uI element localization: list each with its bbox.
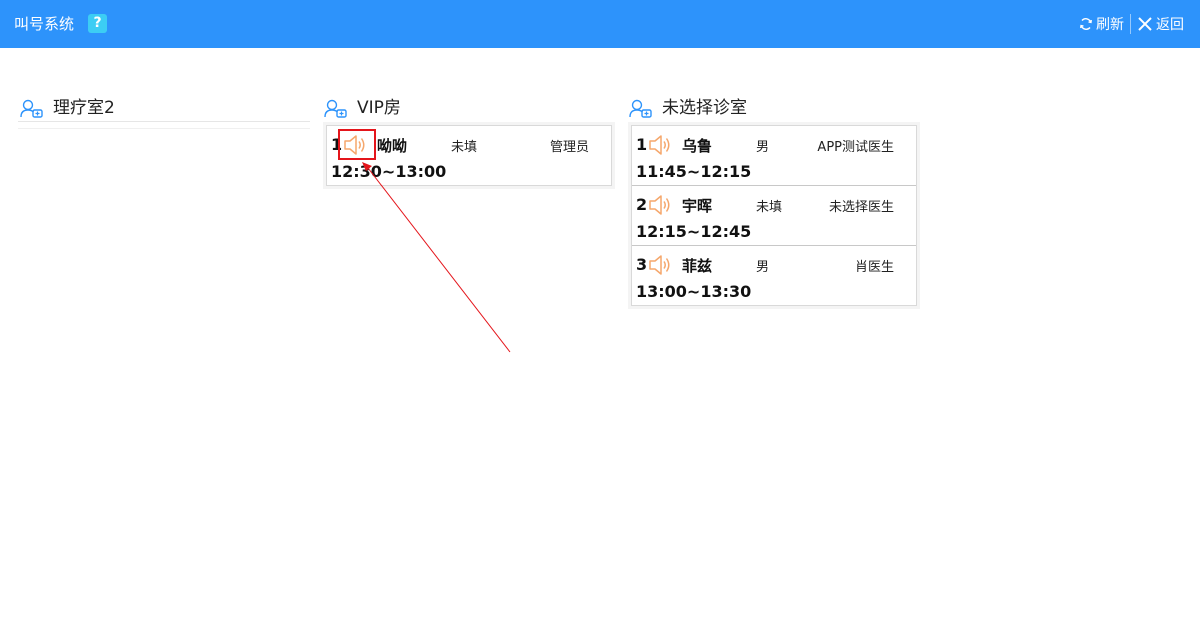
refresh-button[interactable]: 刷新 (1079, 14, 1124, 34)
back-button[interactable]: 返回 (1137, 14, 1184, 34)
appointment-time: 12:30~13:00 (331, 162, 447, 181)
title-actions: 刷新 返回 (1079, 14, 1184, 34)
patient-name: 菲兹 (682, 257, 713, 275)
room-header: 未选择诊室 (627, 96, 919, 122)
room-divider (18, 121, 310, 122)
patient-gender: 男 (756, 260, 770, 275)
user-room-icon (20, 99, 44, 123)
patient-gender: 男 (756, 140, 770, 155)
patient-row[interactable]: 3 菲兹 男 肖医生 13:00~13:30 (632, 246, 916, 305)
annotation-highlight-box (338, 129, 376, 160)
refresh-label: 刷新 (1096, 17, 1124, 33)
patient-name: 呦呦 (377, 137, 408, 155)
back-label: 返回 (1156, 17, 1184, 33)
user-room-icon (629, 99, 653, 123)
room-header: 理疗室2 (18, 96, 310, 122)
room-panel: 理疗室2 (18, 96, 310, 129)
patient-gender: 未填 (756, 200, 783, 215)
room-panel: 未选择诊室 1 乌鲁 男 APP测试医生 11:45~12:15 2 宇晖 未填… (627, 96, 919, 306)
doctor-name: 管理员 (549, 140, 589, 155)
room-header: VIP房 (322, 96, 614, 122)
speaker-icon (649, 135, 670, 155)
patient-list: 1 乌鲁 男 APP测试医生 11:45~12:15 2 宇晖 未填 未选择医生… (631, 125, 917, 306)
title-bar: 叫号系统 ? 刷新 返回 (0, 0, 1200, 48)
patient-name: 乌鲁 (682, 137, 713, 155)
room-panel: VIP房 1 呦呦 未填 管理员 12:30~13:00 (322, 96, 614, 186)
call-button[interactable] (646, 251, 676, 279)
refresh-icon (1079, 17, 1093, 31)
close-icon (1137, 16, 1153, 32)
call-button[interactable] (646, 191, 676, 219)
appointment-time: 13:00~13:30 (636, 282, 752, 301)
app-title: 叫号系统 (14, 15, 75, 33)
patient-row[interactable]: 1 乌鲁 男 APP测试医生 11:45~12:15 (632, 126, 916, 186)
doctor-name: 未选择医生 (828, 200, 894, 215)
call-button[interactable] (646, 131, 676, 159)
room-name: 未选择诊室 (662, 98, 747, 118)
appointment-time: 12:15~12:45 (636, 222, 752, 241)
appointment-time: 11:45~12:15 (636, 162, 752, 181)
room-name: VIP房 (357, 98, 401, 118)
patient-gender: 未填 (451, 140, 478, 155)
title-actions-divider (1130, 14, 1131, 34)
doctor-name: APP测试医生 (817, 140, 894, 155)
speaker-icon (649, 195, 670, 215)
patient-name: 宇晖 (682, 197, 713, 215)
room-divider (18, 128, 310, 129)
help-button[interactable]: ? (88, 14, 107, 33)
speaker-icon (649, 255, 670, 275)
annotation-arrow (362, 162, 511, 353)
patient-row[interactable]: 2 宇晖 未填 未选择医生 12:15~12:45 (632, 186, 916, 246)
user-room-icon (324, 99, 348, 123)
doctor-name: 肖医生 (854, 260, 894, 275)
room-name: 理疗室2 (53, 98, 115, 118)
